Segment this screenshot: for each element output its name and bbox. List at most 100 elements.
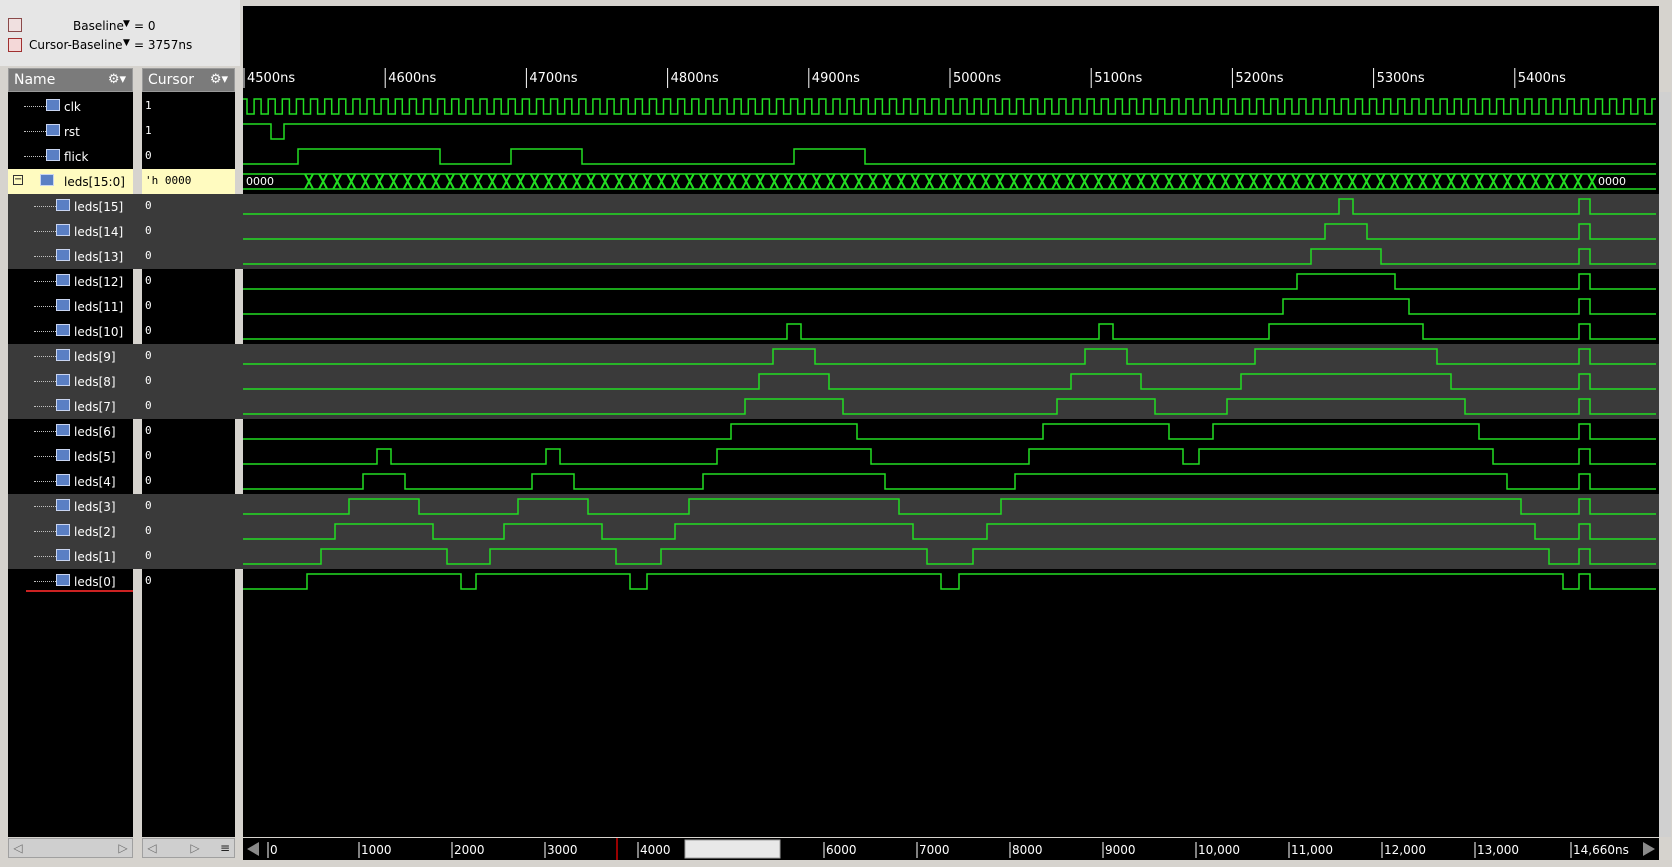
overview-tick-label[interactable]: 8000 (1012, 843, 1043, 857)
bus-transition (360, 173, 371, 190)
bus-transition (1037, 173, 1048, 190)
scroll-left-icon[interactable]: ◁ (11, 841, 25, 855)
bus-transition (1150, 173, 1160, 190)
bus-transition (839, 173, 850, 190)
signal-name-row[interactable]: leds[3] (8, 494, 133, 519)
overview-tick-label[interactable]: 14,660ns (1573, 843, 1629, 857)
overview-tick-label[interactable]: 10,000 (1198, 843, 1240, 857)
overview-tick-label[interactable]: 11,000 (1291, 843, 1333, 857)
overview-tick-label[interactable]: 4000 (640, 843, 671, 857)
baseline-dropdown-icon[interactable]: ▼ (123, 19, 130, 29)
signal-icon (56, 224, 70, 236)
bus-transition (1474, 173, 1485, 190)
bus-transition (614, 173, 625, 190)
collapse-icon[interactable]: − (13, 175, 23, 185)
bus-transition (318, 173, 328, 190)
bus-transition (1136, 173, 1146, 190)
waveform-trace (243, 573, 1656, 590)
bus-transition (1291, 173, 1301, 190)
bus-transition (1093, 173, 1104, 190)
scroll-right-icon[interactable]: ▷ (116, 841, 130, 855)
signal-name-row[interactable]: rst (8, 119, 133, 144)
signal-name-row[interactable]: leds[8] (8, 369, 133, 394)
bus-transition (952, 173, 963, 190)
signal-icon (56, 399, 70, 411)
waveform-trace (243, 198, 1656, 215)
signal-name-row[interactable]: leds[9] (8, 344, 133, 369)
bus-transition (995, 173, 1005, 190)
waveform-trace (243, 148, 1656, 165)
waveform-trace (243, 273, 1656, 290)
overview-tick-label[interactable]: 12,000 (1384, 843, 1426, 857)
name-column-header[interactable]: Name ⚙▾ (8, 68, 133, 92)
signal-name-row[interactable]: leds[6] (8, 419, 133, 444)
overview-tick-label[interactable]: 13,000 (1477, 843, 1519, 857)
signal-name-row[interactable]: leds[1] (8, 544, 133, 569)
signal-icon (56, 299, 70, 311)
bus-transition (755, 173, 766, 190)
waveform-canvas[interactable]: 4500ns 4600ns 4700ns 4800ns 4900ns 5000ns 5100… (243, 60, 1659, 600)
cursor-value-row: 0 (142, 419, 235, 444)
cursor-value: 1 (145, 124, 152, 137)
signal-name-row[interactable]: leds[14] (8, 219, 133, 244)
time-overview-bar[interactable]: 0 1000 2000 3000 4000 6000 7000 8000 9000 10,000 1… (243, 838, 1659, 860)
waveform-trace (243, 223, 1656, 240)
bus-transition (374, 173, 385, 190)
overview-viewport-thumb[interactable] (684, 839, 781, 859)
overview-tick-label[interactable]: 9000 (1105, 843, 1136, 857)
signal-name: leds[8] (74, 375, 116, 389)
signal-name-row[interactable]: flick (8, 144, 133, 169)
cursor-value: 0 (145, 549, 152, 562)
baseline-label[interactable]: Baseline (73, 19, 124, 33)
overview-tick-label[interactable]: 7000 (919, 843, 950, 857)
cursor-scroll-right-icon[interactable]: ▷ (188, 841, 202, 855)
overview-tick-label[interactable]: 3000 (547, 843, 578, 857)
signal-name-row[interactable]: leds[5] (8, 444, 133, 469)
signal-name: leds[2] (74, 525, 116, 539)
signal-name-row[interactable]: clk (8, 94, 133, 119)
tree-connector (34, 306, 56, 308)
bus-transition (1347, 173, 1358, 190)
signal-name-row[interactable]: leds[4] (8, 469, 133, 494)
signal-name-row[interactable]: leds[2] (8, 519, 133, 544)
signal-name-row[interactable]: leds[10] (8, 319, 133, 344)
overview-tick-label[interactable]: 6000 (826, 843, 857, 857)
cursor-column-header[interactable]: Cursor ⚙▾ (142, 68, 235, 92)
cursor-value-row: 0 (142, 319, 235, 344)
tree-connector (34, 581, 56, 583)
signal-icon (56, 324, 70, 336)
bus-transition (1234, 173, 1245, 190)
name-settings-icon[interactable]: ⚙▾ (108, 72, 126, 87)
list-view-icon[interactable]: ≡ (218, 841, 232, 855)
bus-transition (1403, 173, 1414, 190)
bus-transition (628, 173, 639, 190)
signal-icon (56, 249, 70, 261)
signal-name-row[interactable]: leds[13] (8, 244, 133, 269)
bus-transition (1121, 173, 1132, 190)
cursor-baseline-icon[interactable] (8, 38, 22, 52)
bus-transition (543, 173, 554, 190)
baseline-info-panel: Baseline ▼ = 0 Cursor-Baseline ▼ = 3757n… (0, 0, 240, 66)
signal-name-row[interactable]: leds[15] (8, 194, 133, 219)
waveform-vertical-scrollbar[interactable] (1659, 92, 1671, 837)
baseline-icon[interactable] (8, 18, 22, 32)
tree-connector (34, 231, 56, 233)
overview-tick-label[interactable]: 0 (270, 843, 278, 857)
bus-transition (529, 173, 540, 190)
name-horizontal-scrollbar[interactable]: ◁ ▷ (8, 838, 133, 858)
signal-name-row[interactable]: leds[12] (8, 269, 133, 294)
tree-connector (34, 506, 56, 508)
signal-name-row[interactable]: leds[11] (8, 294, 133, 319)
signal-name-row[interactable]: − leds[15:0] (8, 169, 133, 194)
overview-tick-label[interactable]: 2000 (454, 843, 485, 857)
bus-transition (1178, 173, 1189, 190)
cursor-horizontal-scrollbar[interactable]: ◁ ▷ ≡ (142, 838, 235, 858)
cursor-settings-icon[interactable]: ⚙▾ (210, 72, 228, 87)
cursor-value: 'h 0000 (145, 174, 192, 187)
overview-tick-label[interactable]: 1000 (361, 843, 392, 857)
signal-name-row[interactable]: leds[7] (8, 394, 133, 419)
cursor-baseline-dropdown-icon[interactable]: ▼ (123, 38, 130, 48)
bus-transition (1164, 173, 1174, 190)
cursor-baseline-label[interactable]: Cursor-Baseline (29, 38, 122, 52)
cursor-scroll-left-icon[interactable]: ◁ (145, 841, 159, 855)
